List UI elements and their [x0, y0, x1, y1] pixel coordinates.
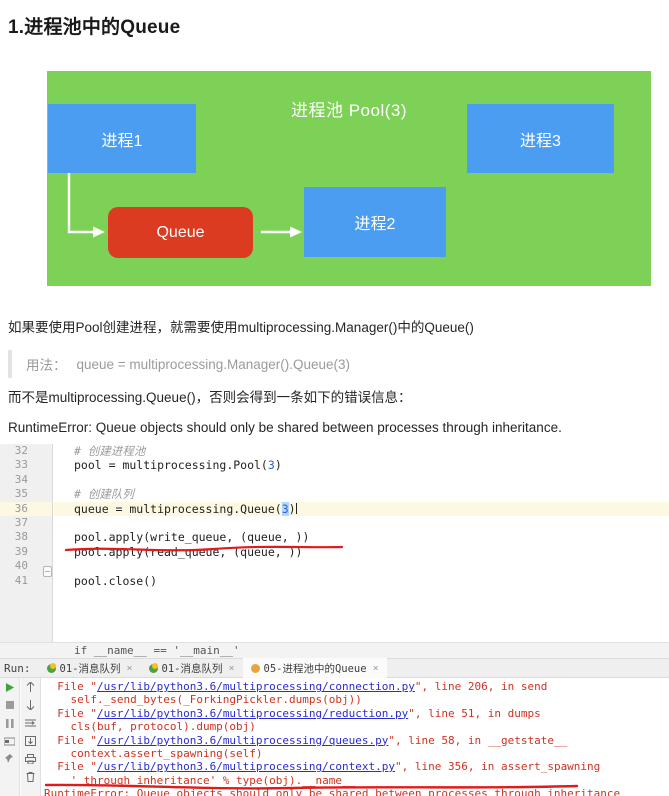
editor-tail-line: if __name__ == '__main__': [74, 644, 240, 657]
scroll-to-end-icon[interactable]: [21, 732, 40, 750]
run-toolwindow-tabbar[interactable]: Run: 01-消息队列 × 01-消息队列 × 05-进程池中的Queue ×: [0, 658, 669, 678]
code-lines[interactable]: # 创建进程池 pool = multiprocessing.Pool(3) #…: [54, 444, 669, 642]
line-number: 38: [14, 530, 28, 544]
code-editor[interactable]: 32 33 34 35 36 37 38 39 40 41 # 创建进程池 po…: [0, 444, 669, 642]
run-toolbar-left[interactable]: [0, 678, 20, 796]
run-icon[interactable]: [0, 678, 19, 696]
usage-blockquote: 用法： queue = multiprocessing.Manager().Qu…: [8, 350, 350, 378]
run-toolbar-right[interactable]: [21, 678, 41, 796]
run-tab-label: 01-消息队列: [161, 662, 223, 675]
code-text: pool = multiprocessing.Pool(: [74, 458, 268, 473]
process-box-1: 进程1: [48, 104, 196, 173]
run-tab-label: 01-消息队列: [59, 662, 121, 675]
console-output: File "/usr/lib/python3.6/multiprocessing…: [44, 680, 669, 796]
pin-icon[interactable]: [0, 750, 19, 768]
paragraph-runtime-error: RuntimeError: Queue objects should only …: [8, 420, 562, 435]
python-file-icon: [250, 663, 260, 673]
run-console[interactable]: File "/usr/lib/python3.6/multiprocessing…: [0, 678, 669, 796]
queue-box: Queue: [108, 207, 253, 258]
stacktrace-link[interactable]: /usr/lib/python3.6/multiprocessing/queue…: [97, 734, 388, 747]
python-file-icon: [148, 662, 158, 673]
red-annotation-underline-code: [64, 545, 344, 552]
run-tab-1[interactable]: 01-消息队列 ×: [39, 658, 141, 678]
red-annotation-underline-error: [44, 783, 579, 790]
restart-icon[interactable]: [0, 732, 19, 750]
stacktrace-link[interactable]: /usr/lib/python3.6/multiprocessing/reduc…: [97, 707, 408, 720]
close-icon[interactable]: ×: [228, 663, 234, 674]
code-number-selected: 3: [281, 501, 289, 516]
page-root: 1.进程池中的Queue 进程池 Pool(3) 进程1 进程3 进程2 Que…: [0, 0, 669, 796]
close-icon[interactable]: ×: [126, 663, 132, 674]
editor-bottom-strip: if __name__ == '__main__': [0, 642, 669, 658]
run-tab-2[interactable]: 01-消息队列 ×: [141, 658, 243, 678]
scroll-down-icon[interactable]: [21, 696, 40, 714]
process-box-3: 进程3: [467, 104, 614, 173]
trash-icon[interactable]: [21, 768, 40, 786]
line-number: 34: [14, 472, 28, 486]
line-number-gutter: 32 33 34 35 36 37 38 39 40 41: [0, 444, 53, 642]
process-box-2: 进程2: [304, 187, 446, 257]
line-number: 35: [14, 487, 28, 501]
line-number: 37: [14, 515, 28, 529]
paragraph-manager-queue: 如果要使用Pool创建进程，就需要使用multiprocessing.Manag…: [8, 320, 474, 335]
scroll-up-icon[interactable]: [21, 678, 40, 696]
run-tab-label: 05-进程池中的Queue: [263, 662, 367, 675]
usage-code: queue = multiprocessing.Manager().Queue(…: [76, 356, 351, 372]
code-line: pool = multiprocessing.Pool(3): [54, 458, 669, 472]
code-number: 3: [267, 458, 275, 473]
code-line-active: queue = multiprocessing.Queue(3): [54, 501, 669, 516]
run-tab-3-active[interactable]: 05-进程池中的Queue ×: [242, 658, 387, 678]
line-number-active: 36: [0, 501, 52, 516]
run-label: Run:: [4, 661, 31, 675]
close-icon[interactable]: ×: [373, 663, 379, 674]
code-line: pool.close(): [74, 573, 158, 588]
print-icon[interactable]: [21, 750, 40, 768]
text-caret: [295, 502, 297, 514]
code-line: # 创建进程池: [74, 444, 146, 458]
code-text: queue = multiprocessing.Queue(: [74, 501, 282, 516]
stacktrace-link[interactable]: /usr/lib/python3.6/multiprocessing/conte…: [97, 760, 395, 773]
python-file-icon: [46, 662, 56, 673]
page-title: 1.进程池中的Queue: [8, 17, 181, 38]
console-line: File ": [44, 680, 97, 693]
paragraph-not-multiprocessing-queue: 而不是multiprocessing.Queue()，否则会得到一条如下的错误信…: [8, 390, 412, 405]
line-number: 33: [14, 458, 28, 472]
pause-icon[interactable]: [0, 714, 19, 732]
line-number: 39: [14, 544, 28, 558]
soft-wrap-icon[interactable]: [21, 714, 40, 732]
stop-icon[interactable]: [0, 696, 19, 714]
code-text: ): [288, 501, 296, 516]
code-fold-marker-icon[interactable]: [43, 566, 52, 577]
code-line: pool.apply(write_queue, (queue, )): [74, 530, 310, 545]
process-pool-diagram: 进程池 Pool(3) 进程1 进程3 进程2 Queue: [47, 71, 651, 286]
code-text: ): [274, 458, 282, 473]
line-number: 32: [14, 444, 28, 457]
ide-screenshot: 32 33 34 35 36 37 38 39 40 41 # 创建进程池 po…: [0, 444, 669, 796]
stacktrace-link[interactable]: /usr/lib/python3.6/multiprocessing/conne…: [97, 680, 415, 693]
code-line: # 创建队列: [74, 487, 134, 502]
usage-label: 用法：: [26, 358, 67, 373]
